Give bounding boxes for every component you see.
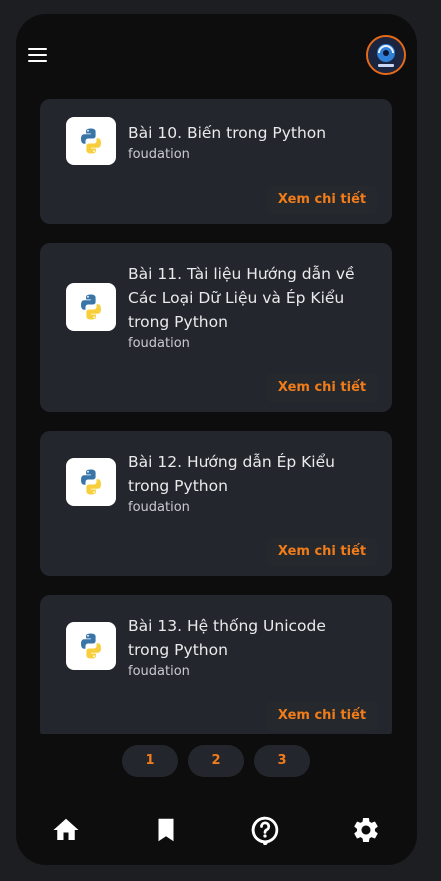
page-button-3[interactable]: 3 — [254, 745, 310, 777]
lesson-category: foudation — [128, 500, 190, 515]
lesson-title: Bài 13. Hệ thống Unicode trong Python — [128, 617, 326, 659]
lesson-category: foudation — [128, 336, 190, 351]
bookmark-icon[interactable] — [151, 815, 181, 845]
view-details-button[interactable]: Xem chi tiết — [266, 537, 378, 567]
settings-icon[interactable] — [351, 815, 381, 845]
lesson-title: Bài 11. Tài liệu Hướng dẫn về Các Loại D… — [128, 265, 355, 331]
lesson-category: foudation — [128, 664, 190, 679]
lesson-list[interactable]: Bài 10. Biến trong Python foudation Xem … — [40, 14, 392, 734]
view-details-button[interactable]: Xem chi tiết — [266, 185, 378, 215]
view-details-button[interactable]: Xem chi tiết — [266, 701, 378, 731]
lesson-category: foudation — [128, 147, 190, 162]
view-details-button[interactable]: Xem chi tiết — [266, 373, 378, 403]
app-screen: Bài 10. Biến trong Python foudation Xem … — [16, 14, 417, 865]
lesson-title: Bài 12. Hướng dẫn Ép Kiểu trong Python — [128, 453, 335, 495]
lesson-title: Bài 10. Biến trong Python — [128, 124, 327, 142]
python-logo-icon — [66, 458, 116, 506]
lesson-card[interactable]: Bài 10. Biến trong Python foudation Xem … — [40, 99, 392, 224]
lesson-card[interactable]: Bài 13. Hệ thống Unicode trong Python fo… — [40, 595, 392, 734]
lesson-card[interactable]: Bài 11. Tài liệu Hướng dẫn về Các Loại D… — [40, 243, 392, 412]
python-logo-icon — [66, 283, 116, 331]
page-button-1[interactable]: 1 — [122, 745, 178, 777]
home-icon[interactable] — [51, 815, 81, 845]
python-logo-icon — [66, 117, 116, 165]
lesson-card[interactable]: Bài 12. Hướng dẫn Ép Kiểu trong Python f… — [40, 431, 392, 576]
page-button-2[interactable]: 2 — [188, 745, 244, 777]
help-icon[interactable] — [250, 815, 280, 846]
python-logo-icon — [66, 622, 116, 670]
pagination: 1 2 3 — [16, 745, 417, 777]
